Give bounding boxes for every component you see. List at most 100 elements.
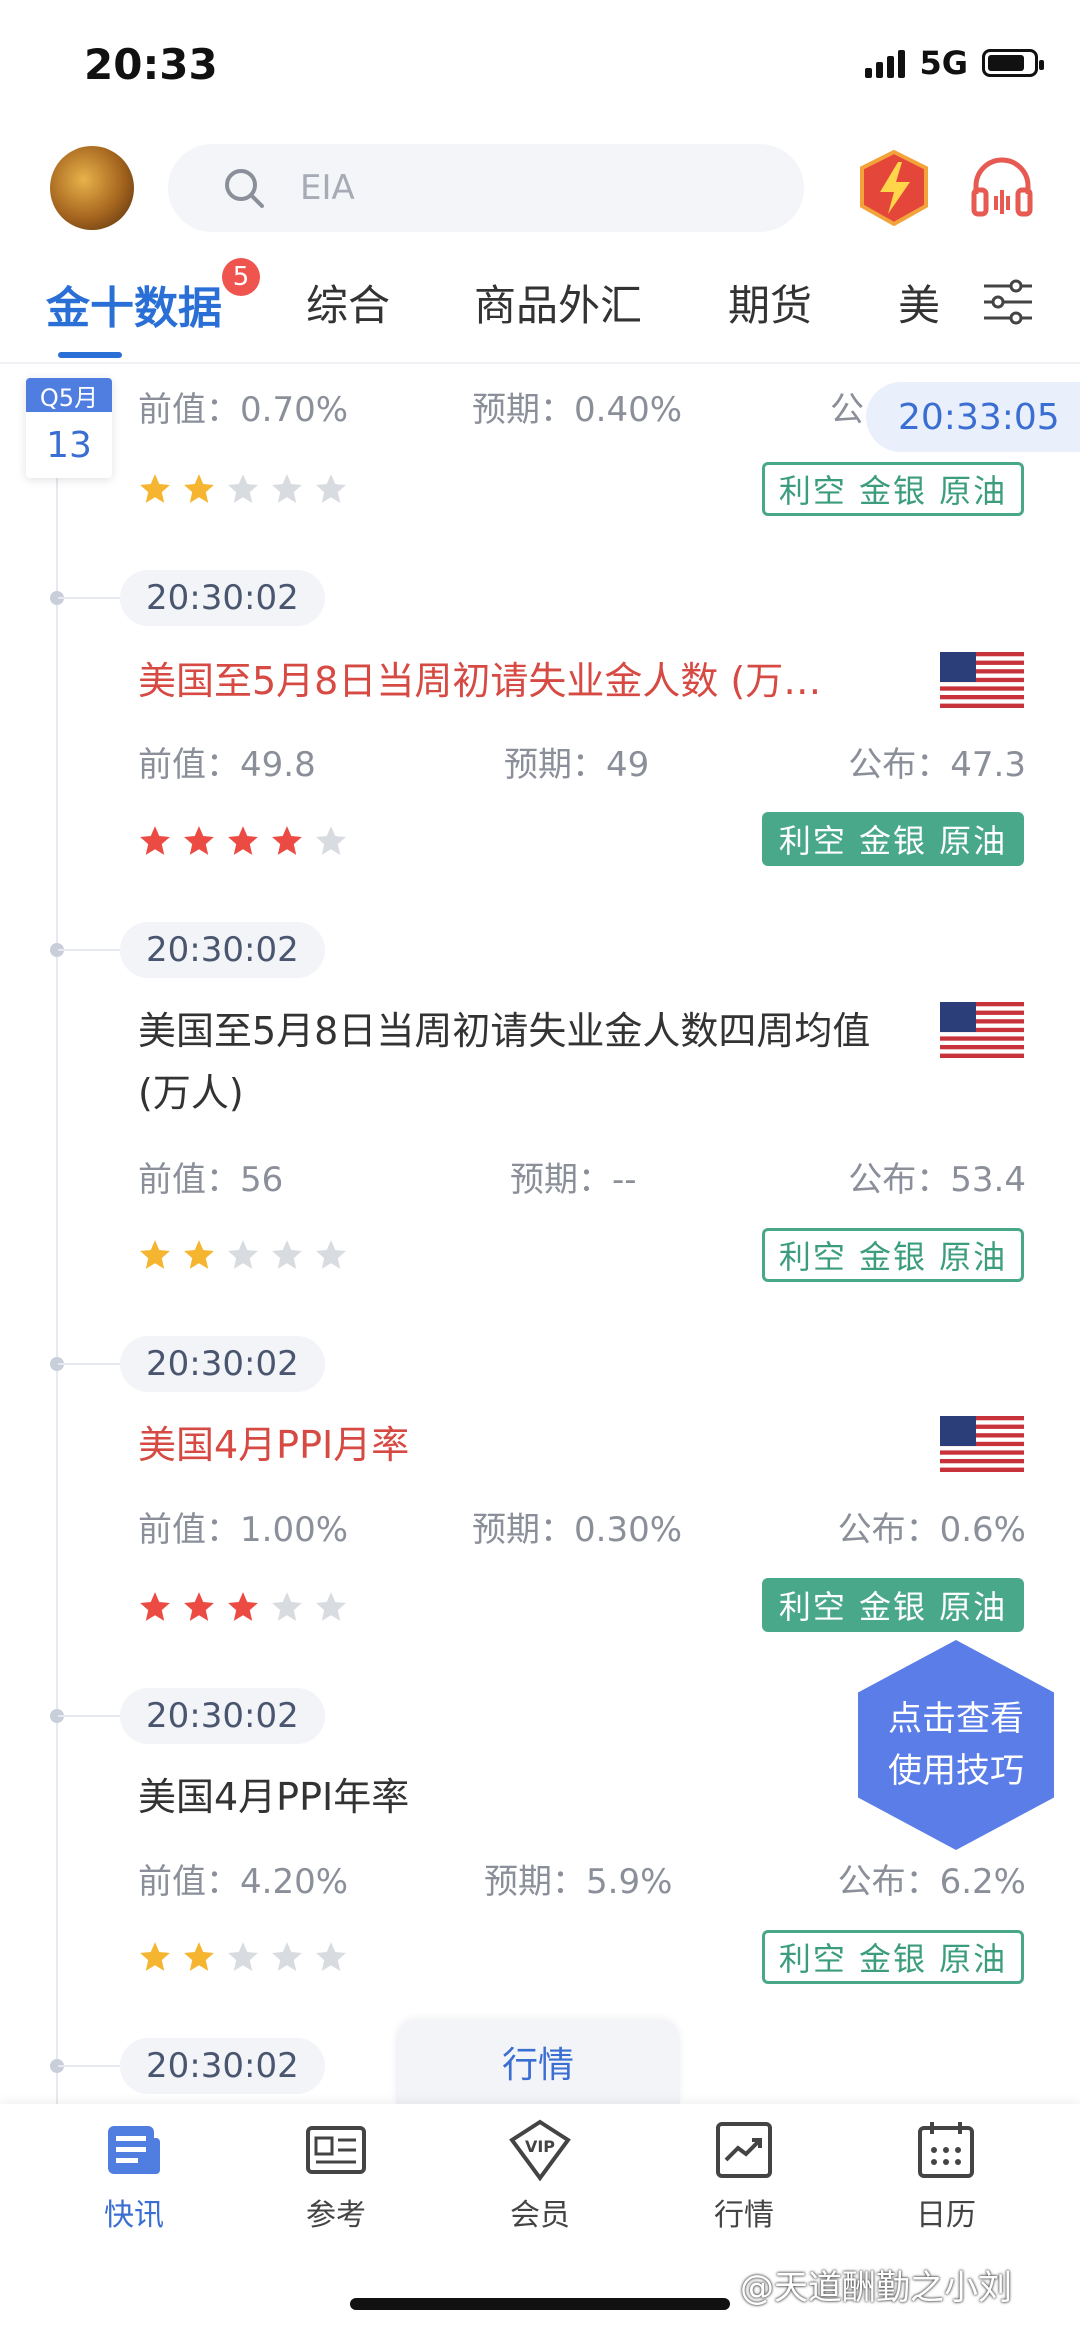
star-empty-icon	[228, 1240, 258, 1269]
timeline-line	[56, 468, 58, 2108]
star-filled-icon	[140, 1240, 170, 1269]
us-flag-icon	[940, 652, 1024, 708]
star-filled-icon	[184, 1942, 214, 1971]
event-time: 20:30:02	[120, 1688, 325, 1744]
star-empty-icon	[316, 1240, 346, 1269]
star-filled-icon	[184, 826, 214, 855]
tab-general[interactable]: 综合	[306, 272, 390, 333]
flash-icon[interactable]	[858, 150, 930, 226]
previous-value: 前值：49.8	[138, 745, 316, 785]
vip-icon: VIP	[509, 2119, 571, 2182]
expected-value: 预期：49	[504, 745, 650, 785]
importance-stars	[138, 1238, 348, 1272]
event-title[interactable]: 美国至5月8日当周初请失业金人数 (万…	[138, 650, 918, 712]
event-title[interactable]: 美国4月PPI年率	[138, 1766, 918, 1828]
event-time: 20:30:02	[120, 922, 325, 978]
impact-tag: 利空 金银 原油	[762, 462, 1024, 516]
star-filled-icon	[140, 1942, 170, 1971]
nav-label: 日历	[916, 2198, 976, 2233]
network-label: 5G	[919, 44, 968, 82]
chart-icon	[716, 2122, 772, 2178]
previous-value: 前值：0.70%	[138, 390, 349, 430]
headphone-icon[interactable]	[966, 150, 1038, 222]
search-placeholder: EIA	[300, 168, 355, 208]
watermark: @天道酬勤之小刘	[740, 2268, 1012, 2308]
nav-label: 会员	[510, 2198, 570, 2233]
timeline-connector	[58, 1363, 120, 1365]
tab-futures[interactable]: 期货	[728, 272, 812, 333]
calendar-icon	[918, 2122, 974, 2178]
star-filled-icon	[228, 826, 258, 855]
live-clock: 20:33:05	[866, 382, 1080, 452]
event-title[interactable]: 美国至5月8日当周初请失业金人数四周均值 (万人)	[138, 1000, 898, 1124]
star-empty-icon	[316, 1592, 346, 1621]
star-empty-icon	[228, 1942, 258, 1971]
star-empty-icon	[316, 1942, 346, 1971]
search-icon	[225, 169, 264, 208]
impact-tag: 利空 金银 原油	[762, 1930, 1024, 1984]
actual-value: 公	[830, 390, 864, 430]
nav-calendar[interactable]: 日历	[876, 2118, 1016, 2234]
date-badge[interactable]: Q5月 13	[26, 378, 112, 478]
home-indicator[interactable]	[350, 2298, 730, 2310]
star-filled-icon	[140, 1592, 170, 1621]
id-card-icon	[306, 2126, 366, 2174]
status-icons: 5G	[865, 44, 1044, 82]
event-values: 前值：49.8 预期：49 公布：47.3	[138, 737, 1026, 787]
event-values: 前值：4.20% 预期：5.9% 公布：6.2%	[138, 1854, 1026, 1904]
nav-flash-news[interactable]: 快讯	[64, 2118, 204, 2234]
market-quotes-pill[interactable]: 行情	[396, 2020, 680, 2104]
star-empty-icon	[272, 1592, 302, 1621]
expected-value: 预期：0.40%	[472, 390, 683, 430]
star-empty-icon	[272, 1240, 302, 1269]
star-filled-icon	[228, 1592, 258, 1621]
star-filled-icon	[140, 826, 170, 855]
nav-membership[interactable]: VIP 会员	[470, 2118, 610, 2234]
event-time: 20:30:02	[120, 2038, 325, 2094]
timeline-connector	[58, 1715, 120, 1717]
previous-value: 前值：4.20%	[138, 1862, 349, 1902]
tab-jinshi-data[interactable]: 金十数据	[46, 272, 222, 336]
filter-settings-icon[interactable]	[980, 274, 1036, 330]
event-title[interactable]: 美国4月PPI月率	[138, 1414, 918, 1476]
importance-stars	[138, 472, 348, 506]
star-filled-icon	[184, 474, 214, 503]
impact-tag: 利空 金银 原油	[762, 1228, 1024, 1282]
timeline-connector	[58, 597, 120, 599]
timeline-connector	[58, 2065, 120, 2067]
nav-label: 行情	[714, 2198, 774, 2233]
tab-commodity-forex[interactable]: 商品外汇	[474, 272, 642, 333]
actual-value: 公布：0.6%	[837, 1510, 1026, 1550]
star-filled-icon	[184, 1592, 214, 1621]
avatar[interactable]	[50, 146, 134, 230]
expected-value: 预期：--	[510, 1160, 637, 1200]
importance-stars	[138, 1590, 348, 1624]
tab-us[interactable]: 美	[898, 272, 940, 333]
active-tab-indicator	[58, 352, 122, 358]
star-empty-icon	[272, 474, 302, 503]
importance-stars	[138, 824, 348, 858]
actual-value: 公布：6.2%	[837, 1862, 1026, 1902]
us-flag-icon	[940, 1416, 1024, 1472]
star-empty-icon	[272, 1942, 302, 1971]
timeline-connector	[58, 949, 120, 951]
battery-icon	[982, 49, 1044, 77]
date-day: 13	[46, 424, 92, 466]
status-time: 20:33	[84, 40, 218, 89]
nav-reference[interactable]: 参考	[266, 2118, 406, 2234]
category-tabs: 金十数据 综合 商品外汇 期货 美	[0, 262, 1080, 352]
impact-tag: 利空 金银 原油	[762, 1578, 1024, 1632]
signal-icon	[865, 48, 906, 78]
event-time: 20:30:02	[120, 570, 325, 626]
event-time: 20:30:02	[120, 1336, 325, 1392]
star-filled-icon	[184, 1240, 214, 1269]
actual-value: 公布：47.3	[848, 745, 1026, 785]
star-filled-icon	[140, 474, 170, 503]
event-values: 前值：1.00% 预期：0.30% 公布：0.6%	[138, 1502, 1026, 1552]
help-line-2: 使用技巧	[888, 1751, 1024, 1791]
search-bar[interactable]: EIA	[168, 144, 804, 232]
star-filled-icon	[272, 826, 302, 855]
impact-tag: 利空 金银 原油	[762, 812, 1024, 866]
previous-value: 前值：1.00%	[138, 1510, 349, 1550]
nav-market[interactable]: 行情	[674, 2118, 814, 2234]
